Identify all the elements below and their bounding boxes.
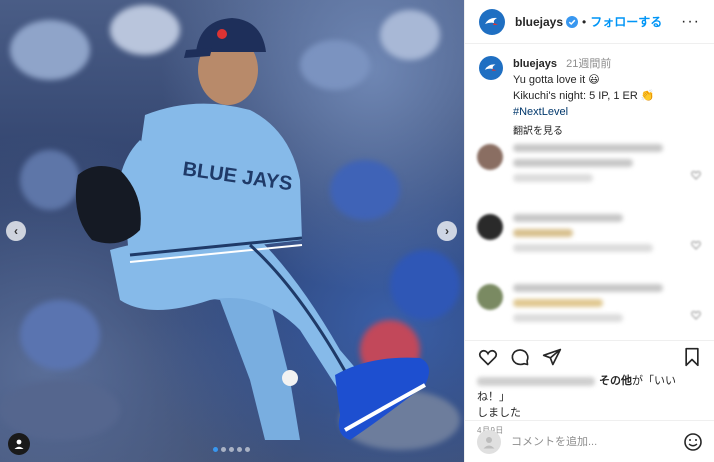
comment-icon [511, 349, 529, 366]
comment-button[interactable] [509, 346, 531, 368]
carousel-indicator [213, 447, 250, 452]
carousel-dot [237, 447, 242, 452]
carousel-dot [245, 447, 250, 452]
like-summary: その他が「いいね！」 しました [477, 373, 703, 421]
caption-avatar[interactable] [479, 56, 503, 80]
user-icon [483, 436, 495, 448]
post-side-panel: bluejays • フォローする ··· bluejays 21週間前 Yu … [464, 0, 714, 462]
share-button[interactable] [541, 346, 563, 368]
avatar[interactable] [477, 214, 503, 240]
post-caption: bluejays 21週間前 Yu gotta love it 😃 Kikuch… [465, 44, 714, 140]
follow-button[interactable]: フォローする [590, 13, 662, 30]
heart-icon[interactable] [691, 310, 701, 320]
paper-plane-icon [542, 348, 562, 366]
carousel-dot [221, 447, 226, 452]
bluejay-logo-icon [484, 64, 497, 71]
post-photo[interactable]: BLUE JAYS ‹ › [0, 0, 464, 462]
post-header: bluejays • フォローする ··· [465, 0, 714, 44]
carousel-dot [229, 447, 234, 452]
heart-icon[interactable] [691, 240, 701, 250]
chevron-right-icon: › [445, 224, 449, 238]
blurred-liker-name[interactable] [477, 376, 595, 386]
comment-list [465, 138, 714, 338]
action-bar [477, 345, 703, 369]
blurred-comment [513, 284, 703, 342]
next-image-button[interactable]: › [437, 221, 457, 241]
user-tag-icon [14, 439, 24, 449]
carousel-dot [213, 447, 218, 452]
hashtag-link[interactable]: #NextLevel [513, 104, 655, 120]
comment-input[interactable] [511, 435, 683, 448]
caption-timestamp[interactable]: 21週間前 [566, 58, 611, 70]
save-button[interactable] [681, 346, 703, 368]
caption-username[interactable]: bluejays [513, 58, 557, 70]
pitcher-figure: BLUE JAYS [75, 18, 429, 440]
add-comment-bar [465, 420, 714, 462]
avatar [477, 429, 501, 454]
list-item [465, 138, 714, 208]
caption-body: bluejays 21週間前 Yu gotta love it 😃 Kikuch… [513, 56, 655, 140]
blurred-comment [513, 214, 703, 272]
list-item [465, 278, 714, 348]
heart-icon[interactable] [691, 170, 701, 180]
verified-badge-icon [566, 15, 579, 28]
chevron-left-icon: ‹ [14, 224, 18, 238]
previous-image-button[interactable]: ‹ [6, 221, 26, 241]
avatar[interactable] [477, 144, 503, 170]
avatar[interactable] [479, 8, 505, 35]
account-username[interactable]: bluejays [515, 15, 563, 29]
avatar[interactable] [477, 284, 503, 310]
more-options-icon[interactable]: ··· [681, 13, 700, 31]
list-item [465, 208, 714, 278]
caption-line-2: Kikuchi's night: 5 IP, 1 ER 👏 [513, 90, 655, 102]
caption-line-1: Yu gotta love it 😃 [513, 74, 600, 86]
liked-text-cont: しました [477, 407, 521, 419]
tagged-users-button[interactable] [8, 433, 30, 455]
blurred-comment [513, 144, 703, 202]
bluejay-logo-icon [485, 17, 498, 25]
others-link[interactable]: その他 [599, 375, 632, 387]
separator-dot: • [582, 14, 587, 29]
like-button[interactable] [477, 346, 499, 368]
smiley-icon[interactable] [683, 432, 703, 452]
heart-icon [478, 349, 498, 366]
bookmark-icon [685, 347, 699, 367]
